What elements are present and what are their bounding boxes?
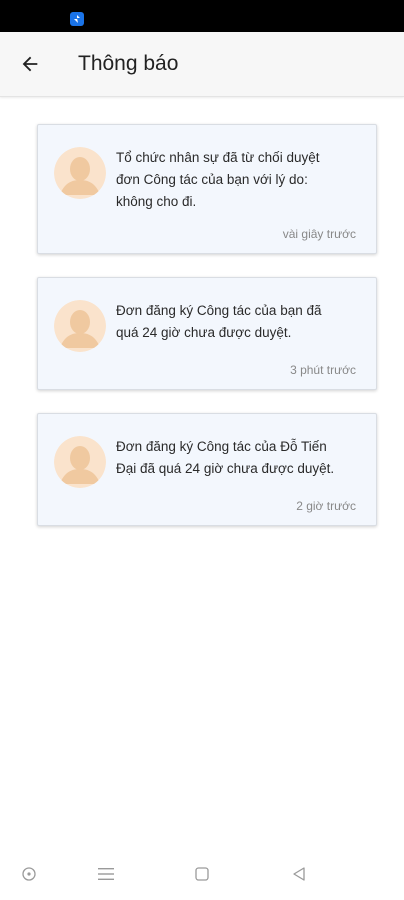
notification-list: Tổ chức nhân sự đã từ chối duyệt đơn Côn… [37, 124, 377, 549]
status-bar [0, 0, 404, 32]
avatar [54, 300, 106, 352]
system-back-button[interactable] [287, 862, 311, 886]
notification-message: Đơn đăng ký Công tác của Đỗ Tiến Đại đã … [116, 439, 335, 476]
back-button[interactable] [14, 48, 46, 80]
menu-icon [98, 868, 114, 880]
square-icon [195, 867, 209, 881]
assistant-button[interactable] [17, 862, 41, 886]
avatar [54, 436, 106, 488]
triangle-back-icon [293, 867, 305, 881]
notification-time: 2 giờ trước [296, 499, 356, 513]
app-bar: Thông báo [0, 32, 404, 97]
notification-message: Đơn đăng ký Công tác của bạn đã quá 24 g… [116, 303, 322, 340]
notification-card[interactable]: Đơn đăng ký Công tác của Đỗ Tiến Đại đã … [37, 413, 377, 526]
notification-card[interactable]: Tổ chức nhân sự đã từ chối duyệt đơn Côn… [37, 124, 377, 254]
notification-time: vài giây trước [282, 227, 356, 241]
page-title: Thông báo [78, 52, 179, 75]
home-button[interactable] [190, 862, 214, 886]
arrow-left-icon [22, 56, 38, 72]
system-navigation-bar [0, 848, 404, 900]
notification-card[interactable]: Đơn đăng ký Công tác của bạn đã quá 24 g… [37, 277, 377, 390]
notification-message: Tổ chức nhân sự đã từ chối duyệt đơn Côn… [116, 150, 320, 209]
app-notification-icon [70, 12, 84, 26]
notification-time: 3 phút trước [290, 363, 356, 377]
recent-apps-button[interactable] [94, 862, 118, 886]
avatar [54, 147, 106, 199]
circle-dot-icon [22, 867, 36, 881]
